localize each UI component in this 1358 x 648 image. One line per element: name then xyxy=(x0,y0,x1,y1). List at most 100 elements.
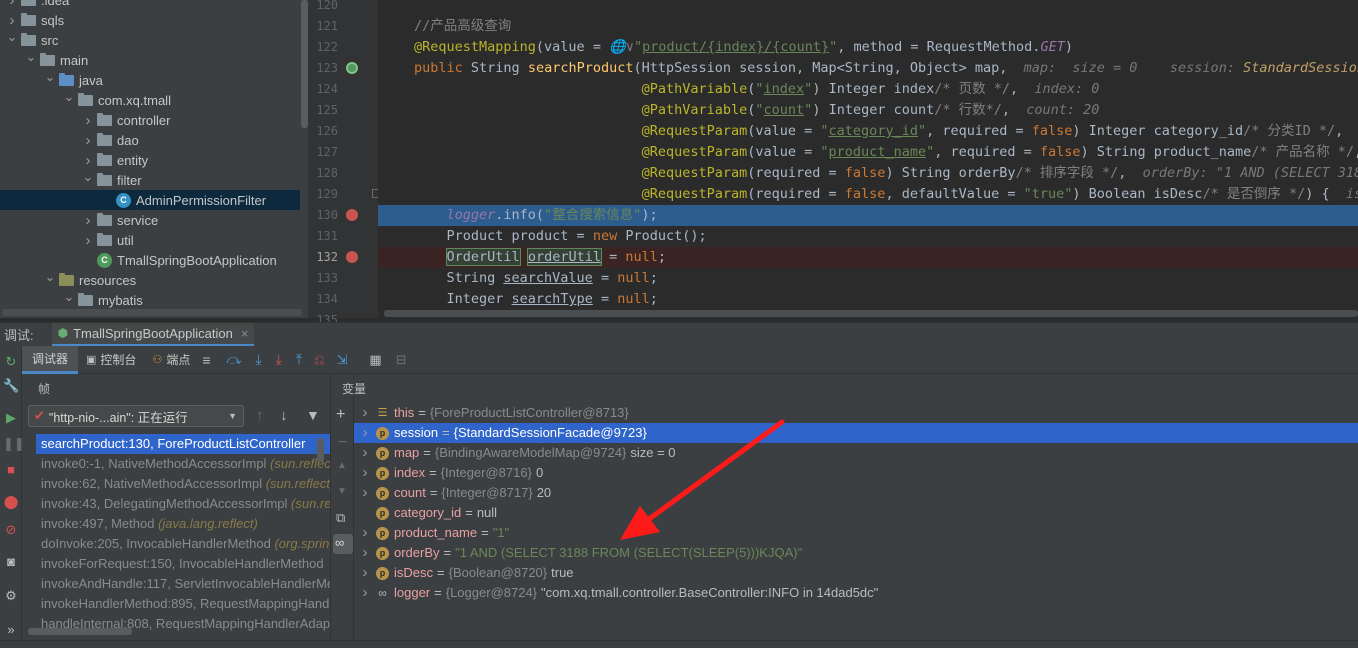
chevron-down-icon[interactable]: ⌄ xyxy=(63,87,75,107)
step-into-icon[interactable]: ⤓ xyxy=(255,351,261,368)
mute-breakpoints-icon[interactable]: ⊘ xyxy=(3,522,19,538)
tree-item-src[interactable]: ⌄ src xyxy=(0,29,300,50)
code-line[interactable]: OrderUtil orderUtil = null; xyxy=(378,247,1358,268)
tree-item-service[interactable]: › service xyxy=(0,210,300,230)
chevron-right-icon[interactable]: › xyxy=(354,583,376,603)
chevron-right-icon[interactable]: › xyxy=(354,483,376,503)
frame-item[interactable]: searchProduct:130, ForeProductListContro… xyxy=(36,434,330,454)
remove-watch-icon[interactable]: − xyxy=(338,434,347,452)
chevron-right-icon[interactable]: › xyxy=(354,543,376,563)
chevron-right-icon[interactable]: › xyxy=(6,0,18,10)
drop-frame-icon[interactable]: ⎌ xyxy=(314,352,324,368)
chevron-right-icon[interactable]: › xyxy=(354,463,376,483)
variable-row-this[interactable]: › ☰ this = {ForeProductListController@8713} xyxy=(354,403,1358,423)
variable-row-count[interactable]: › p count = {Integer@8717} 20 xyxy=(354,483,1358,503)
tab-endpoints[interactable]: ⚇ 端点 xyxy=(144,346,198,374)
code-line[interactable]: @RequestParam(value = "product_name", re… xyxy=(378,142,1358,163)
frame-item[interactable]: invoke:62, NativeMethodAccessorImpl (sun… xyxy=(36,474,330,494)
code-line[interactable]: @PathVariable("count") Integer count/* 行… xyxy=(378,100,1358,121)
code-line[interactable]: @RequestParam(value = "category_id", req… xyxy=(378,121,1358,142)
chevron-right-icon[interactable]: › xyxy=(354,423,376,443)
wrench-icon[interactable]: 🔧 xyxy=(3,378,19,394)
chevron-down-icon[interactable]: ⌄ xyxy=(25,47,37,67)
frames-horizontal-scrollbar[interactable] xyxy=(28,628,132,635)
frame-item[interactable]: invoke:497, Method (java.lang.reflect) xyxy=(36,514,330,534)
variable-row-index[interactable]: › p index = {Integer@8716} 0 xyxy=(354,463,1358,483)
up-arrow-icon[interactable]: ↑ xyxy=(256,407,264,424)
thread-selector[interactable]: ✔ "http-nio-...ain": 正在运行 ▼ xyxy=(28,405,244,427)
step-out-icon[interactable]: ⤒ xyxy=(296,351,302,368)
tree-item-java[interactable]: ⌄ java xyxy=(0,67,300,90)
tree-item-adminpermissionfilter[interactable]: C AdminPermissionFilter xyxy=(0,190,300,210)
variable-row-isdesc[interactable]: › p isDesc = {Boolean@8720} true xyxy=(354,563,1358,583)
chevron-right-icon[interactable]: › xyxy=(354,523,376,543)
tab-console[interactable]: ▣ 控制台 xyxy=(78,346,144,374)
view-breakpoints-icon[interactable]: ⬤ xyxy=(3,494,19,510)
code-line[interactable]: logger.info("整合搜索信息"); xyxy=(378,205,1358,226)
tree-item-mybatis[interactable]: ⌄ mybatis xyxy=(0,287,300,310)
chevron-right-icon[interactable]: › xyxy=(82,110,94,130)
frame-item[interactable]: invokeForRequest:150, InvocableHandlerMe… xyxy=(36,554,330,574)
tree-item-entity[interactable]: › entity xyxy=(0,150,300,170)
chevron-right-icon[interactable]: › xyxy=(354,403,376,423)
tree-item-filter[interactable]: ⌄ filter xyxy=(0,167,300,190)
run-to-cursor-icon[interactable]: ⇲ xyxy=(336,352,347,368)
rerun-icon[interactable]: ↻ xyxy=(3,354,19,370)
chevron-right-icon[interactable]: › xyxy=(82,230,94,250)
trace-icon[interactable]: ⊟ xyxy=(396,352,407,368)
tree-vertical-scrollbar[interactable] xyxy=(301,0,308,128)
chevron-right-icon[interactable]: › xyxy=(354,443,376,463)
code-line[interactable]: String searchValue = null; xyxy=(378,268,1358,289)
stop-icon[interactable]: ■ xyxy=(3,462,19,478)
chevron-down-icon[interactable]: ⌄ xyxy=(44,67,56,87)
watches-toggle[interactable]: ∞ xyxy=(333,534,353,554)
code-line[interactable]: @RequestParam(required = false, defaultV… xyxy=(378,184,1358,205)
gear-icon[interactable]: ⚙ xyxy=(3,588,19,604)
chevron-right-icon[interactable]: › xyxy=(82,130,94,150)
frame-item[interactable]: invokeAndHandle:117, ServletInvocableHan… xyxy=(36,574,330,594)
chevron-right-icon[interactable]: › xyxy=(82,210,94,230)
code-line[interactable]: public String searchProduct(HttpSession … xyxy=(378,58,1358,79)
variable-row-logger[interactable]: › ∞ logger = {Logger@8724} "com.xq.tmall.cont… xyxy=(354,583,1358,603)
variable-row-category-id[interactable]: p category_id = null xyxy=(354,503,1358,523)
tree-item-com-xq-tmall[interactable]: ⌄ com.xq.tmall xyxy=(0,87,300,110)
run-gutter-icon[interactable] xyxy=(346,62,358,74)
code-line[interactable]: //产品高级查询 xyxy=(378,16,1358,37)
code-line[interactable]: @RequestParam(required = false) String o… xyxy=(378,163,1358,184)
pause-icon[interactable]: ❚❚ xyxy=(3,436,25,452)
tab-debugger[interactable]: 调试器 xyxy=(22,345,79,374)
move-down-icon[interactable]: ▼ xyxy=(337,486,347,497)
chevron-down-icon[interactable]: ⌄ xyxy=(63,287,75,307)
tree-horizontal-scrollbar[interactable] xyxy=(2,309,302,316)
force-step-into-icon[interactable]: ⤓ xyxy=(276,351,282,368)
tree-item-util[interactable]: › util xyxy=(0,230,300,250)
run-config-tab[interactable]: ⬢ TmallSpringBootApplication × xyxy=(51,322,255,347)
copy-icon[interactable]: ⧉ xyxy=(336,510,345,526)
breakpoint-icon[interactable] xyxy=(346,251,358,263)
tree-item-sqls[interactable]: › sqls xyxy=(0,10,300,30)
chevron-right-icon[interactable]: › xyxy=(354,563,376,583)
tree-item-resources[interactable]: ⌄ resources xyxy=(0,269,300,290)
code-line[interactable]: Product product = new Product(); xyxy=(378,226,1358,247)
code-line[interactable] xyxy=(378,0,1358,16)
chevron-down-icon[interactable]: ⌄ xyxy=(82,167,94,187)
move-up-icon[interactable]: ▲ xyxy=(337,460,347,471)
frame-item[interactable]: doInvoke:205, InvocableHandlerMethod (or… xyxy=(36,534,330,554)
evaluate-icon[interactable]: ▦ xyxy=(369,352,381,368)
menu-lines-icon[interactable]: ≡ xyxy=(202,352,210,368)
frames-vertical-scrollbar[interactable] xyxy=(317,438,324,462)
variable-row-orderby[interactable]: › p orderBy = "1 AND (SELECT 3188 FROM (SELE… xyxy=(354,543,1358,563)
close-icon[interactable]: × xyxy=(241,326,249,341)
variable-row-map[interactable]: › p map = {BindingAwareModelMap@9724} size =… xyxy=(354,443,1358,463)
variable-row-product-name[interactable]: › p product_name = "1" xyxy=(354,523,1358,543)
step-over-icon[interactable]: ⤼ xyxy=(227,351,242,368)
code-editor[interactable]: //产品高级查询 @RequestMapping(value = 🌐∨"produ… xyxy=(378,0,1358,318)
expand-more-icon[interactable]: » xyxy=(3,622,19,638)
editor-horizontal-scrollbar[interactable] xyxy=(384,310,1358,317)
tree-item-dao[interactable]: › dao xyxy=(0,130,300,150)
code-line[interactable]: @PathVariable("index") Integer index/* 页… xyxy=(378,79,1358,100)
frame-item[interactable]: invoke0:-1, NativeMethodAccessorImpl (su… xyxy=(36,454,330,474)
variable-row-session[interactable]: › p session = {StandardSessionFacade@9723} xyxy=(354,423,1358,443)
filter-icon[interactable]: ▼ xyxy=(306,407,320,423)
resume-icon[interactable]: ▶ xyxy=(3,410,19,426)
